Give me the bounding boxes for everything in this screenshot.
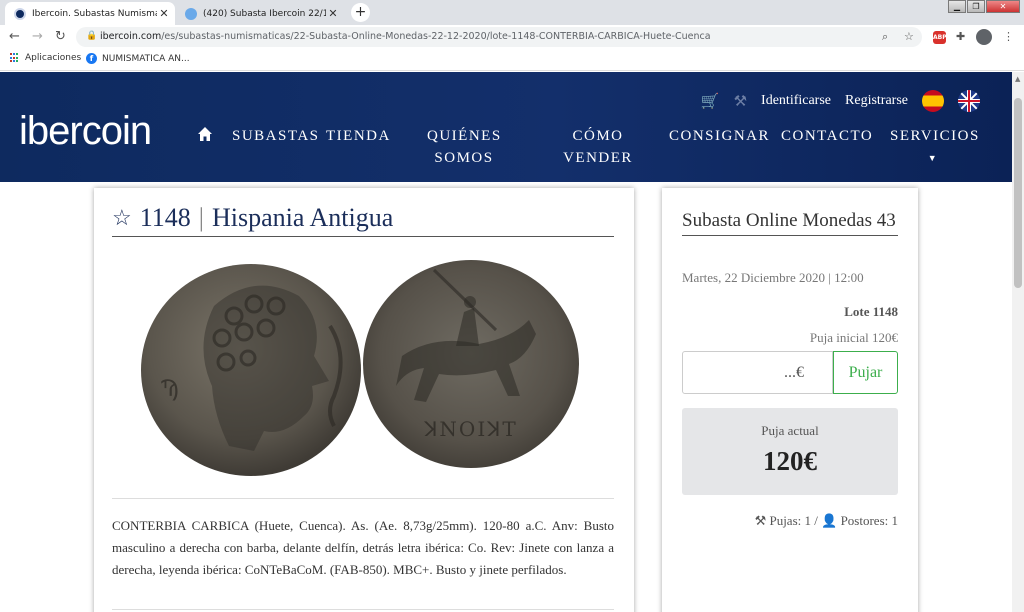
cloud-favicon-icon xyxy=(185,7,197,20)
current-bid-box: Puja actual 120€ xyxy=(682,408,898,495)
gavel-icon[interactable]: ⚒ xyxy=(734,92,747,111)
current-bid-label: Puja actual xyxy=(761,423,819,438)
minimize-icon[interactable]: ▁ xyxy=(948,0,966,13)
auction-title[interactable]: Subasta Online Monedas 43 xyxy=(682,208,898,236)
ibercoin-favicon-icon xyxy=(14,7,26,20)
bookmark-label: NUMISMATICA AN... xyxy=(102,53,190,64)
nav-consignar[interactable]: CONSIGNAR xyxy=(669,125,770,147)
lot-category: Hispania Antigua xyxy=(212,203,394,232)
coin-obverse: Ϡ xyxy=(141,264,361,476)
browser-tab-ibercoin[interactable]: Ibercoin. Subastas Numismáticas ✕ xyxy=(5,2,175,25)
browser-tab-subasta[interactable]: (420) Subasta Ibercoin 22/12/202 ✕ xyxy=(176,2,344,25)
url-path: /es/subastas-numismaticas/22-Subasta-Onl… xyxy=(161,31,711,42)
lot-number: 1148 xyxy=(139,203,191,232)
nav-label: SERVICIOS xyxy=(890,128,980,144)
favorite-star-icon[interactable]: ☆ xyxy=(112,205,132,231)
nav-label: SUBASTAS xyxy=(232,128,320,144)
lot-description: CONTERBIA CARBICA (Huete, Cuenca). As. (… xyxy=(112,498,614,581)
bid-card: Subasta Online Monedas 43 Martes, 22 Dic… xyxy=(662,188,918,612)
user-icon: 👤 xyxy=(821,513,838,528)
divider xyxy=(112,609,614,610)
chevron-down-icon: ▼ xyxy=(927,153,939,163)
bid-count: Pujas: 1 xyxy=(769,513,812,528)
page-scrollbar[interactable]: ▲ xyxy=(1012,72,1024,612)
facebook-icon: f xyxy=(86,53,97,64)
reload-icon[interactable]: ↻ xyxy=(55,29,66,44)
tab-title: Ibercoin. Subastas Numismáticas xyxy=(32,8,157,19)
forward-arrow-icon[interactable]: → xyxy=(32,29,43,44)
window-close-icon[interactable]: ✕ xyxy=(986,0,1020,13)
scroll-up-icon[interactable]: ▲ xyxy=(1015,75,1020,83)
nav-como-vender[interactable]: CÓMO VENDER xyxy=(561,125,635,169)
extensions-puzzle-icon[interactable]: ✚ xyxy=(956,30,965,43)
english-flag-icon[interactable] xyxy=(958,90,980,112)
shopping-cart-icon[interactable]: 🛒 xyxy=(701,92,720,111)
back-arrow-icon[interactable]: ← xyxy=(9,29,20,44)
bidder-count: Postores: 1 xyxy=(840,513,898,528)
url-text[interactable]: ibercoin.com/es/subastas-numismaticas/22… xyxy=(100,31,711,42)
nav-label: CONTACTO xyxy=(781,128,874,144)
lot-label: Lote 1148 xyxy=(844,304,898,319)
bookmark-label: Aplicaciones xyxy=(25,53,82,63)
svg-text:Ϡ: Ϡ xyxy=(160,377,179,402)
bookmark-star-icon[interactable]: ☆ xyxy=(904,30,914,43)
restore-icon[interactable]: ❐ xyxy=(967,0,985,13)
place-bid-button[interactable]: Pujar xyxy=(833,351,898,394)
ibercoin-logo[interactable]: ibercoin xyxy=(19,109,152,154)
bookmark-apps[interactable]: Aplicaciones xyxy=(10,53,81,63)
scrollbar-thumb[interactable] xyxy=(1014,98,1022,288)
lot-heading: ☆ 1148 | Hispania Antigua xyxy=(112,203,614,237)
profile-avatar-icon[interactable] xyxy=(976,29,992,45)
tab-close-icon[interactable]: ✕ xyxy=(326,7,340,20)
url-omnibox[interactable]: 🔒 ibercoin.com/es/subastas-numismaticas/… xyxy=(76,27,922,47)
coin-image[interactable]: Ϡ ꓘNOIꓘT xyxy=(134,246,594,486)
home-icon[interactable] xyxy=(197,126,213,142)
address-bar-row: ← → ↻ 🔒 ibercoin.com/es/subastas-numisma… xyxy=(0,25,1024,49)
zoom-icon[interactable]: ⌕ xyxy=(882,30,888,44)
nav-contacto[interactable]: CONTACTO xyxy=(781,125,873,147)
nav-quienes-somos[interactable]: QUIÉNES SOMOS xyxy=(427,125,501,169)
current-bid-amount: 120€ xyxy=(763,446,817,476)
coin-legend: ꓘNOIꓘT xyxy=(423,417,517,441)
bid-amount-input[interactable] xyxy=(682,351,833,394)
gavel-icon: ⚒ xyxy=(754,513,767,528)
lot-card: ☆ 1148 | Hispania Antigua Ϡ ꓘNOIꓘT CONTE… xyxy=(94,188,634,612)
starting-bid: Puja inicial 120€ xyxy=(809,330,898,345)
nav-label-line2: VENDER xyxy=(563,150,633,166)
tab-title: (420) Subasta Ibercoin 22/12/202 xyxy=(203,8,326,19)
adblock-plus-icon[interactable]: ABP xyxy=(933,31,947,44)
bid-stats: ⚒ Pujas: 1 / 👤 Postores: 1 xyxy=(755,513,898,529)
bookmarks-bar: Aplicaciones f NUMISMATICA AN... xyxy=(0,49,1024,71)
auction-date: Martes, 22 Diciembre 2020 | 12:00 xyxy=(682,270,864,285)
lock-icon: 🔒 xyxy=(86,31,98,41)
tab-close-icon[interactable]: ✕ xyxy=(157,7,171,20)
new-tab-button[interactable]: + xyxy=(351,3,370,22)
nav-label: CONSIGNAR xyxy=(669,128,771,144)
bookmark-numismatica[interactable]: f NUMISMATICA AN... xyxy=(86,53,190,64)
window-controls: ▁ ❐ ✕ xyxy=(948,0,1020,13)
site-header: ibercoin 🛒 ⚒ Identificarse Registrarse S… xyxy=(0,72,1012,182)
coin-reverse: ꓘNOIꓘT xyxy=(363,260,579,468)
menu-kebab-icon[interactable]: ⋮ xyxy=(1003,30,1014,43)
website-viewport: ibercoin 🛒 ⚒ Identificarse Registrarse S… xyxy=(0,72,1012,612)
stats-separator: / xyxy=(811,513,822,528)
browser-tab-bar: Ibercoin. Subastas Numismáticas ✕ (420) … xyxy=(0,0,1024,25)
bid-form: Pujar xyxy=(682,351,898,394)
spanish-flag-icon[interactable] xyxy=(922,90,944,112)
nav-label: QUIÉNES xyxy=(427,128,502,144)
heading-separator: | xyxy=(198,203,204,232)
nav-label: TIENDA xyxy=(326,128,391,144)
nav-label: CÓMO xyxy=(572,128,624,144)
nav-servicios[interactable]: SERVICIOS ▼ xyxy=(890,125,980,169)
nav-subastas[interactable]: SUBASTAS xyxy=(232,125,320,147)
nav-tienda[interactable]: TIENDA xyxy=(326,125,391,147)
url-domain: ibercoin.com xyxy=(100,31,162,42)
login-link[interactable]: Identificarse xyxy=(761,93,831,109)
register-link[interactable]: Registrarse xyxy=(845,93,908,109)
top-utility-nav: 🛒 ⚒ Identificarse Registrarse xyxy=(701,90,980,112)
nav-label-line2: SOMOS xyxy=(434,150,494,166)
apps-grid-icon xyxy=(10,53,20,63)
